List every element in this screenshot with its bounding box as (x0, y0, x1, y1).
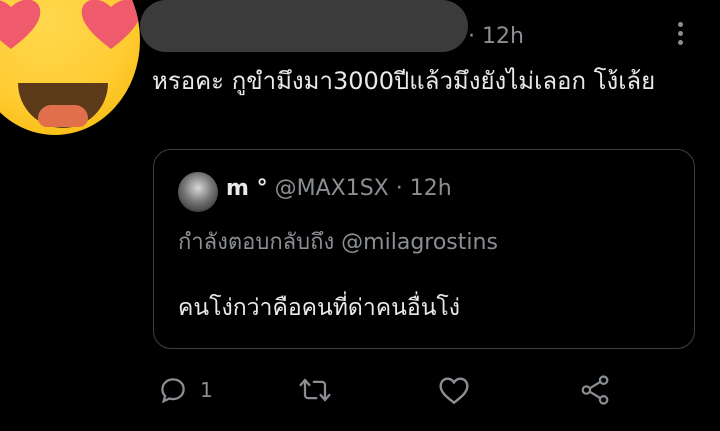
author-avatar[interactable] (0, 0, 140, 135)
reply-icon (161, 378, 185, 404)
like-icon (439, 377, 469, 405)
more-options-icon[interactable] (674, 22, 686, 50)
quoted-tweet[interactable]: m ° @MAX1SX · 12h กำลังตอบกลับถึง @milag… (153, 149, 695, 349)
quoted-tweet-header: m ° @MAX1SX · 12h (226, 176, 452, 201)
tweet-text: หรอคะ กูขำมึงมา3000ปีแล้วมึงยังไม่เลอก โ… (152, 67, 656, 95)
reply-count: 1 (200, 378, 213, 402)
share-icon (581, 375, 609, 405)
reply-button[interactable]: 1 (158, 372, 213, 408)
redacted-author-name[interactable] (140, 0, 468, 52)
heart-eye-right-icon (81, 0, 140, 49)
quoted-tweet-text: คนโง่กว่าคือคนที่ด่าคนอื่นโง่ (178, 295, 460, 321)
tweet-timestamp[interactable]: · 12h (468, 24, 524, 49)
share-button[interactable] (580, 372, 610, 408)
quoted-author-handle[interactable]: @MAX1SX · 12h (275, 176, 452, 201)
retweet-icon (299, 378, 331, 402)
quoted-author-avatar[interactable] (178, 172, 218, 212)
heart-eye-left-icon (0, 0, 41, 49)
quoted-author-name[interactable]: m ° (226, 176, 268, 201)
emoji-tongue (38, 105, 88, 127)
like-button[interactable] (438, 372, 470, 408)
retweet-button[interactable] (298, 372, 332, 408)
quoted-reply-context: กำลังตอบกลับถึง @milagrostins (178, 230, 498, 255)
